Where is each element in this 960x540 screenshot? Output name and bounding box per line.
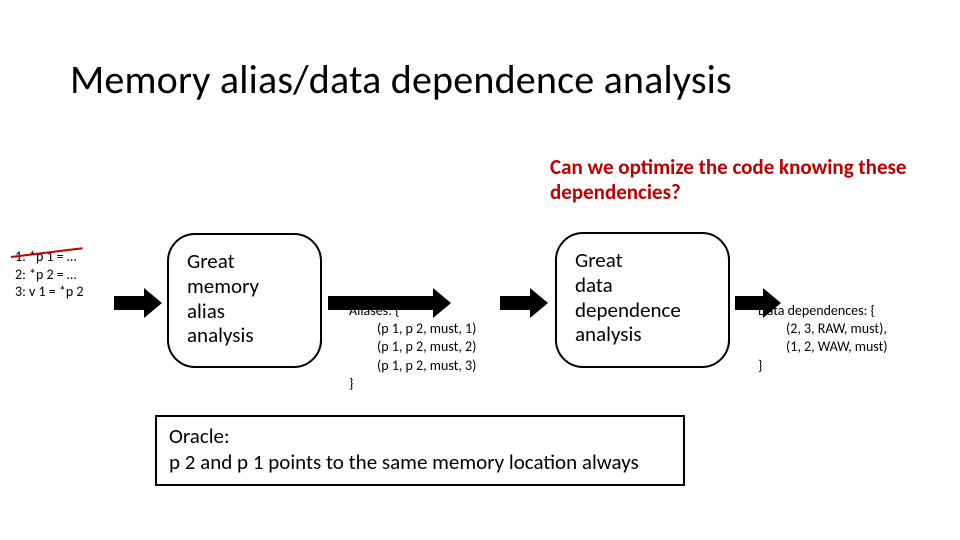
code-line-1: 1: *p 1 = … — [15, 248, 77, 266]
aliases-l3: (p 1, p 2, must, 3) — [349, 357, 476, 375]
dependences-l1: (2, 3, RAW, must), — [758, 320, 888, 338]
arrow-code-to-memory — [114, 288, 162, 318]
data-dependence-box: Great data dependence analysis — [555, 232, 730, 368]
aliases-l2: (p 1, p 2, must, 2) — [349, 338, 476, 356]
code-line-3: 3: v 1 = *p 2 — [15, 283, 83, 300]
dependences-output: Data dependences: { (2, 3, RAW, must), (… — [758, 302, 888, 375]
dependences-head: Data dependences: { — [758, 302, 875, 319]
aliases-head: Aliases: { — [349, 302, 399, 319]
code-block: 1: *p 1 = … 2: *p 2 = … 3: v 1 = *p 2 — [15, 248, 83, 301]
slide-title: Memory alias/data dependence analysis — [70, 55, 732, 104]
code-line-2: 2: *p 2 = … — [15, 266, 77, 283]
oracle-text: Oracle: p 2 and p 1 points to the same m… — [169, 423, 639, 475]
arrow-aliases-to-dep — [500, 288, 548, 318]
aliases-l1: (p 1, p 2, must, 1) — [349, 320, 476, 338]
dependences-l2: (1, 2, WAW, must) — [758, 338, 888, 356]
memory-alias-label: Great memory alias analysis — [187, 248, 259, 348]
memory-alias-box: Great memory alias analysis — [167, 233, 322, 368]
question-text: Can we optimize the code knowing these d… — [550, 155, 910, 205]
aliases-tail: } — [349, 375, 353, 392]
slide: Memory alias/data dependence analysis Ca… — [0, 0, 960, 540]
dependences-tail: } — [758, 357, 762, 374]
aliases-output: Aliases: { (p 1, p 2, must, 1) (p 1, p 2… — [349, 302, 476, 393]
data-dependence-label: Great data dependence analysis — [575, 247, 681, 347]
oracle-box: Oracle: p 2 and p 1 points to the same m… — [155, 415, 685, 486]
